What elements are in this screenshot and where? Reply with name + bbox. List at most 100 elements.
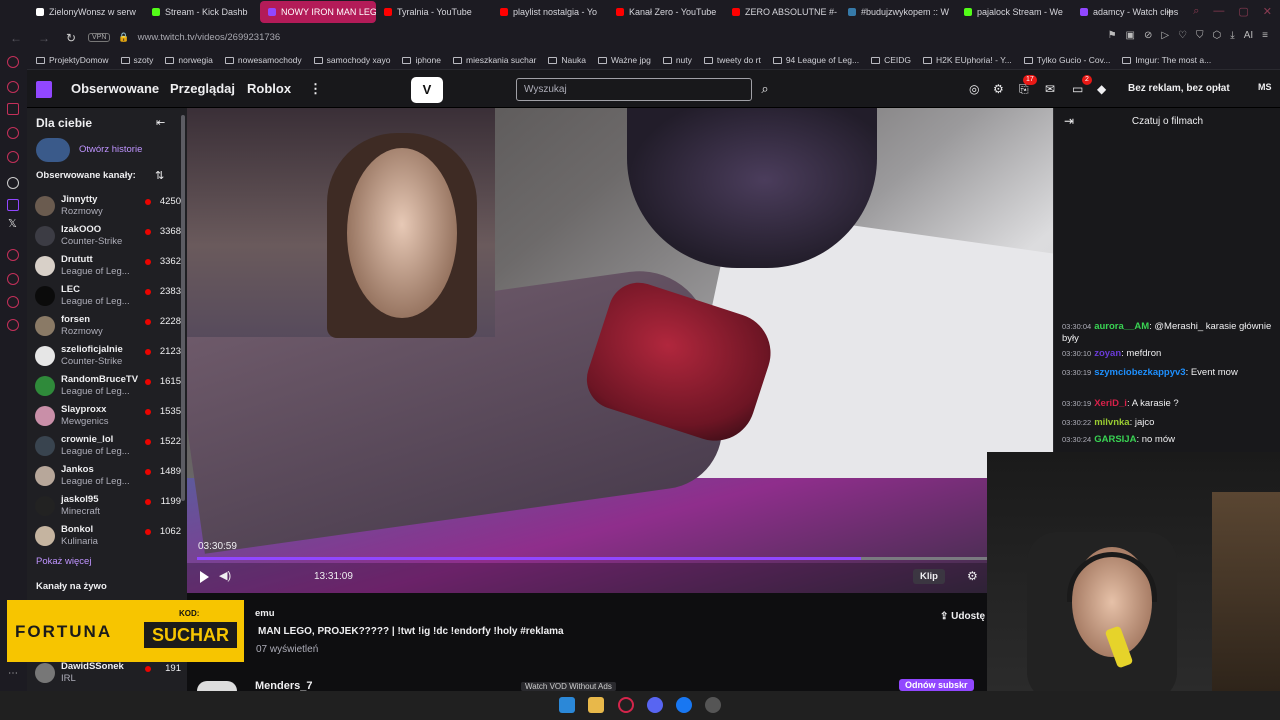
bookmark-item[interactable]: H2K EUphoria! - Y... xyxy=(923,55,1012,65)
sort-icon[interactable]: ⇅ xyxy=(155,169,164,182)
clip-button[interactable]: Klip xyxy=(913,569,945,584)
bookmark-item[interactable]: nowesamochody xyxy=(224,55,302,65)
channel-item[interactable]: forsen Rozmowy 2228 xyxy=(35,314,185,344)
chat-user[interactable]: milvnka xyxy=(1094,417,1129,428)
search-tabs-icon[interactable]: ⌕ xyxy=(1193,5,1199,18)
close-window-icon[interactable]: ✕ xyxy=(1263,5,1272,18)
browser-tab[interactable]: Kanał Zero - YouTube xyxy=(608,1,724,23)
channel-item[interactable]: IzakOOO Counter-Strike 3368 xyxy=(35,224,185,254)
channel-item[interactable]: RandomBruceTV League of Leg... 1615 xyxy=(35,374,185,404)
play-icon[interactable] xyxy=(200,571,209,583)
extension-logo-icon[interactable]: V xyxy=(411,77,443,103)
app-icon[interactable] xyxy=(705,697,721,713)
heart-icon[interactable]: ♡ xyxy=(1178,30,1187,41)
clock-rail-icon[interactable] xyxy=(7,249,19,261)
player-icon[interactable]: ▷ xyxy=(1161,30,1169,41)
browser-tab[interactable]: playlist nostalgia - Yo xyxy=(492,1,608,23)
search-input[interactable]: Wyszukaj xyxy=(516,78,752,101)
opera-icon[interactable] xyxy=(618,697,634,713)
bookmark-item[interactable]: 94 League of Leg... xyxy=(772,55,859,65)
bookmark-icon[interactable]: ⚑ xyxy=(1108,30,1117,41)
history-rail-icon[interactable] xyxy=(7,81,19,93)
nav-more-icon[interactable]: ⋮ xyxy=(309,81,322,97)
bookmark-item[interactable]: tweety do rt xyxy=(703,55,761,65)
history-link[interactable]: Otwórz historie xyxy=(79,144,142,155)
next-avatar[interactable] xyxy=(197,681,237,691)
browser-tab[interactable]: Stream - Kick Dashb xyxy=(144,1,260,23)
extensions-icon[interactable]: ⬡ xyxy=(1213,30,1222,41)
browser-tab[interactable]: NOWY IRON MAN LEGO, xyxy=(260,1,376,23)
maximize-icon[interactable]: ▢ xyxy=(1238,5,1248,18)
settings-rail-icon[interactable] xyxy=(7,319,19,331)
bookmark-item[interactable]: Nauka xyxy=(548,55,586,65)
show-more-link[interactable]: Pokaż więcej xyxy=(36,556,91,567)
chat-user[interactable]: aurora__AM xyxy=(1094,321,1149,332)
new-tab-button[interactable]: + xyxy=(1166,5,1173,19)
whispers-icon[interactable]: ✉ xyxy=(1045,82,1055,96)
forward-icon[interactable]: → xyxy=(38,31,56,45)
browser-tab[interactable]: ZielonyWonsz w serw xyxy=(28,1,144,23)
snapshot-icon[interactable]: ▣ xyxy=(1126,30,1135,41)
channel-name-partial[interactable]: emu xyxy=(255,608,275,619)
search-icon[interactable]: ⌕ xyxy=(754,78,776,101)
volume-icon[interactable]: ◀) xyxy=(219,569,231,582)
more-rail-icon[interactable]: ⋯ xyxy=(8,668,18,679)
chat-user[interactable]: GARSIJA xyxy=(1094,434,1136,445)
instagram-rail-icon[interactable] xyxy=(7,151,19,163)
vpn-badge[interactable]: VPN xyxy=(88,33,111,42)
no-ads-button[interactable]: Bez reklam, bez opłat xyxy=(1120,79,1238,99)
chat-user[interactable]: zoyan xyxy=(1094,348,1121,359)
history-avatar[interactable] xyxy=(36,138,70,162)
back-icon[interactable]: ← xyxy=(10,31,28,45)
channel-item[interactable]: Drututt League of Leg... 3362 xyxy=(35,254,185,284)
channel-item[interactable]: Slayproxx Mewgenics 1535 xyxy=(35,404,185,434)
download-icon[interactable]: ⤓ xyxy=(1230,30,1234,41)
channel-item[interactable]: szelioficjalnie Counter-Strike 2123 xyxy=(35,344,185,374)
ai-rail-icon[interactable] xyxy=(7,296,19,308)
browser-tab[interactable]: pajalock Stream - We xyxy=(956,1,1072,23)
feed-icon[interactable]: ◎ xyxy=(969,82,979,96)
x-rail-icon[interactable]: 𝕏 xyxy=(8,217,17,230)
bookmark-item[interactable]: norwegia xyxy=(165,55,213,65)
bookmark-item[interactable]: iphone xyxy=(402,55,441,65)
nav-followed[interactable]: Obserwowane xyxy=(71,81,159,96)
video-progress-bar[interactable] xyxy=(197,557,987,560)
channel-item[interactable]: Jankos League of Leg... 1489 xyxy=(35,464,185,494)
browser-tab[interactable]: ZERO ABSOLUTNE #- xyxy=(724,1,840,23)
chatgpt-rail-icon[interactable] xyxy=(7,177,19,189)
bookmark-item[interactable]: Tylko Gucio - Cov... xyxy=(1023,55,1110,65)
menu-icon[interactable]: ≡ xyxy=(1262,30,1268,41)
adblock-icon[interactable]: ⊘ xyxy=(1144,30,1152,41)
browser-tab[interactable]: Tyralnia - YouTube xyxy=(376,1,492,23)
settings-gear-icon[interactable]: ⚙ xyxy=(967,569,978,583)
explorer-icon[interactable] xyxy=(588,697,604,713)
subscribe-button[interactable]: Odnów subskr xyxy=(899,679,974,691)
share-button[interactable]: ⇪ Udostę xyxy=(940,611,985,622)
bookmark-item[interactable]: Imgur: The most a... xyxy=(1122,55,1211,65)
bookmark-item[interactable]: ProjektyDomow xyxy=(36,55,109,65)
user-avatar[interactable]: MS xyxy=(1258,82,1272,92)
channel-item[interactable]: Bonkol Kulinaria 1062 xyxy=(35,524,185,554)
bookmark-item[interactable]: szoty xyxy=(120,55,153,65)
discord-icon[interactable] xyxy=(647,697,663,713)
channel-item[interactable]: crownie_lol League of Leg... 1522 xyxy=(35,434,185,464)
twitch-rail-icon[interactable] xyxy=(7,199,19,211)
reload-icon[interactable]: ↻ xyxy=(66,31,84,45)
bookmark-item[interactable]: mieszkania suchar xyxy=(453,55,536,65)
music-rail-icon[interactable] xyxy=(7,127,19,139)
inbox-icon[interactable]: ▭ xyxy=(1072,82,1083,96)
browser-tab[interactable]: #budujzwykopem :: W xyxy=(840,1,956,23)
bits-icon[interactable]: ◆ xyxy=(1097,82,1106,96)
lock-icon[interactable]: 🔒 xyxy=(118,32,129,43)
messenger-icon[interactable] xyxy=(7,56,19,68)
bookmark-item[interactable]: samochody xayo xyxy=(313,55,390,65)
stats-icon[interactable]: ⚙ xyxy=(993,82,1004,96)
player-rail-icon[interactable] xyxy=(7,103,19,115)
start-icon[interactable] xyxy=(559,697,575,713)
bookmark-item[interactable]: nuty xyxy=(662,55,692,65)
url-field[interactable]: www.twitch.tv/videos/2699231736 xyxy=(138,32,281,43)
facebook-icon[interactable] xyxy=(676,697,692,713)
channel-item-extra[interactable]: DawidSSonek IRL 191 xyxy=(35,661,185,691)
nav-roblox[interactable]: Roblox xyxy=(247,81,291,96)
sidebar-scrollbar[interactable] xyxy=(181,115,185,501)
